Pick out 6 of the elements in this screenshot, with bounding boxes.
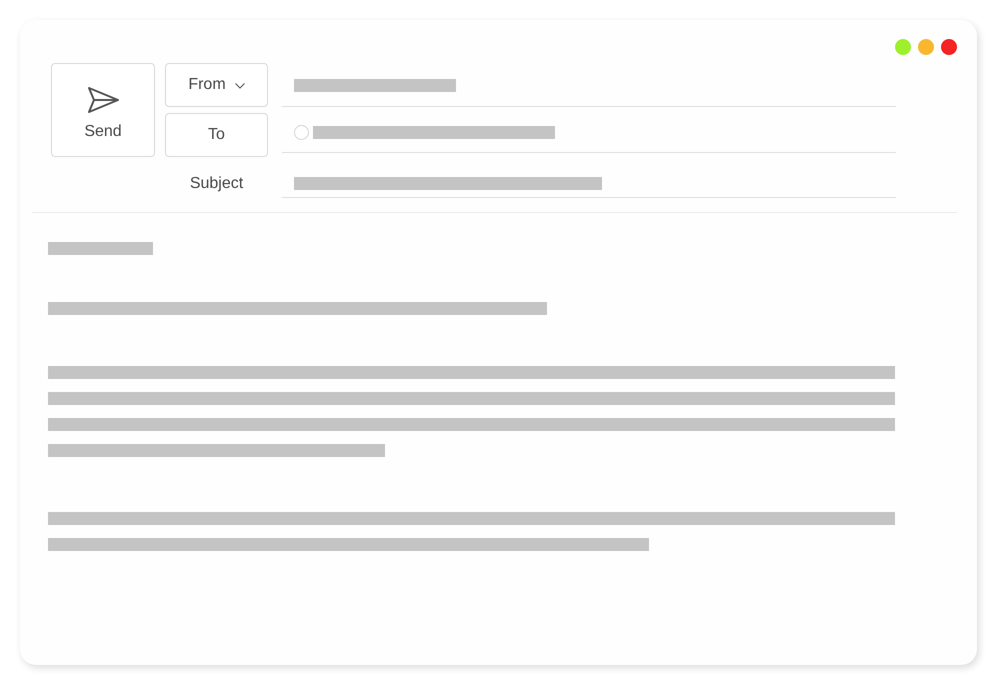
chevron-down-icon	[234, 82, 245, 88]
send-icon	[86, 86, 120, 114]
subject-label: Subject	[190, 174, 244, 194]
to-button[interactable]: To	[165, 113, 268, 157]
send-button[interactable]: Send	[51, 63, 155, 157]
from-dropdown-button[interactable]: From	[165, 63, 268, 107]
